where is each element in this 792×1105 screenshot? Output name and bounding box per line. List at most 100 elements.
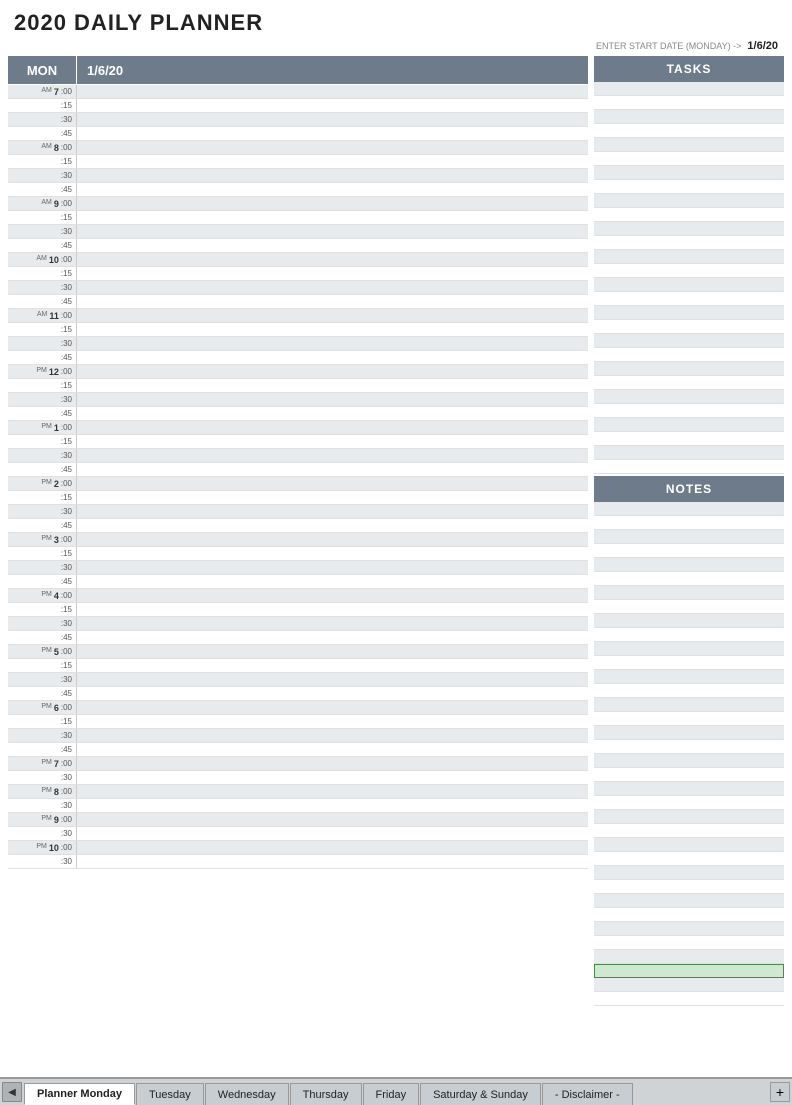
- time-row[interactable]: :45: [8, 351, 588, 365]
- note-row[interactable]: [594, 656, 784, 670]
- note-row[interactable]: [594, 866, 784, 880]
- tab-wednesday[interactable]: Wednesday: [205, 1083, 289, 1105]
- time-row[interactable]: :30: [8, 673, 588, 687]
- time-row[interactable]: :30: [8, 729, 588, 743]
- task-row[interactable]: [594, 222, 784, 236]
- note-row[interactable]: [594, 502, 784, 516]
- task-row[interactable]: [594, 432, 784, 446]
- note-row[interactable]: [594, 642, 784, 656]
- time-row[interactable]: AM11:00: [8, 309, 588, 323]
- time-row[interactable]: :15: [8, 491, 588, 505]
- time-row[interactable]: :30: [8, 827, 588, 841]
- note-row[interactable]: [594, 838, 784, 852]
- time-row[interactable]: :45: [8, 463, 588, 477]
- note-row[interactable]: [594, 600, 784, 614]
- note-row[interactable]: [594, 712, 784, 726]
- note-row[interactable]: [594, 768, 784, 782]
- note-row[interactable]: [594, 894, 784, 908]
- task-row[interactable]: [594, 292, 784, 306]
- task-row[interactable]: [594, 446, 784, 460]
- note-row[interactable]: [594, 628, 784, 642]
- time-row[interactable]: :45: [8, 295, 588, 309]
- time-row[interactable]: :30: [8, 799, 588, 813]
- task-row[interactable]: [594, 82, 784, 96]
- note-row[interactable]: [594, 572, 784, 586]
- time-row[interactable]: :15: [8, 155, 588, 169]
- time-row[interactable]: :45: [8, 575, 588, 589]
- time-row[interactable]: :15: [8, 603, 588, 617]
- note-row[interactable]: [594, 908, 784, 922]
- note-row[interactable]: [594, 614, 784, 628]
- time-row[interactable]: PM8:00: [8, 785, 588, 799]
- task-row[interactable]: [594, 166, 784, 180]
- time-row[interactable]: PM4:00: [8, 589, 588, 603]
- task-row[interactable]: [594, 418, 784, 432]
- time-row[interactable]: :45: [8, 519, 588, 533]
- time-row[interactable]: PM12:00: [8, 365, 588, 379]
- note-row[interactable]: [594, 936, 784, 950]
- time-row[interactable]: :15: [8, 379, 588, 393]
- time-row[interactable]: :15: [8, 99, 588, 113]
- time-row[interactable]: PM1:00: [8, 421, 588, 435]
- time-row[interactable]: :15: [8, 435, 588, 449]
- note-row[interactable]: [594, 544, 784, 558]
- note-row[interactable]: [594, 698, 784, 712]
- task-row[interactable]: [594, 348, 784, 362]
- time-row[interactable]: PM7:00: [8, 757, 588, 771]
- tab-nav-prev[interactable]: ◀: [2, 1082, 22, 1102]
- note-row[interactable]: [594, 670, 784, 684]
- time-row[interactable]: :30: [8, 855, 588, 869]
- task-row[interactable]: [594, 306, 784, 320]
- note-row[interactable]: [594, 740, 784, 754]
- time-row[interactable]: :15: [8, 659, 588, 673]
- time-row[interactable]: :30: [8, 617, 588, 631]
- tab-add-button[interactable]: +: [770, 1082, 790, 1102]
- note-row[interactable]: [594, 852, 784, 866]
- tab---disclaimer--[interactable]: - Disclaimer -: [542, 1083, 633, 1105]
- time-row[interactable]: :45: [8, 743, 588, 757]
- time-row[interactable]: :30: [8, 169, 588, 183]
- tab-thursday[interactable]: Thursday: [290, 1083, 362, 1105]
- note-row[interactable]: [594, 586, 784, 600]
- task-row[interactable]: [594, 208, 784, 222]
- time-row[interactable]: :30: [8, 225, 588, 239]
- tab-friday[interactable]: Friday: [363, 1083, 420, 1105]
- task-row[interactable]: [594, 376, 784, 390]
- note-row[interactable]: [594, 530, 784, 544]
- time-row[interactable]: PM5:00: [8, 645, 588, 659]
- tab-saturday--sunday[interactable]: Saturday & Sunday: [420, 1083, 541, 1105]
- note-row[interactable]: [594, 684, 784, 698]
- task-row[interactable]: [594, 334, 784, 348]
- time-row[interactable]: :45: [8, 687, 588, 701]
- task-row[interactable]: [594, 152, 784, 166]
- time-row[interactable]: AM8:00: [8, 141, 588, 155]
- time-row[interactable]: PM10:00: [8, 841, 588, 855]
- time-row[interactable]: :15: [8, 211, 588, 225]
- time-row[interactable]: :45: [8, 183, 588, 197]
- note-row[interactable]: [594, 516, 784, 530]
- note-row[interactable]: [594, 782, 784, 796]
- time-row[interactable]: :30: [8, 393, 588, 407]
- time-row[interactable]: :45: [8, 239, 588, 253]
- time-row[interactable]: :15: [8, 267, 588, 281]
- time-row[interactable]: :45: [8, 407, 588, 421]
- time-row[interactable]: AM10:00: [8, 253, 588, 267]
- task-row[interactable]: [594, 124, 784, 138]
- task-row[interactable]: [594, 96, 784, 110]
- time-row[interactable]: :30: [8, 561, 588, 575]
- time-row[interactable]: :30: [8, 449, 588, 463]
- task-row[interactable]: [594, 180, 784, 194]
- task-row[interactable]: [594, 236, 784, 250]
- time-row[interactable]: :30: [8, 505, 588, 519]
- time-row[interactable]: :30: [8, 337, 588, 351]
- note-row[interactable]: [594, 558, 784, 572]
- time-row[interactable]: :15: [8, 323, 588, 337]
- note-row[interactable]: [594, 950, 784, 964]
- task-row[interactable]: [594, 404, 784, 418]
- task-row[interactable]: [594, 194, 784, 208]
- time-row[interactable]: PM2:00: [8, 477, 588, 491]
- time-row[interactable]: PM6:00: [8, 701, 588, 715]
- task-row[interactable]: [594, 110, 784, 124]
- note-row[interactable]: [594, 754, 784, 768]
- time-row[interactable]: :30: [8, 281, 588, 295]
